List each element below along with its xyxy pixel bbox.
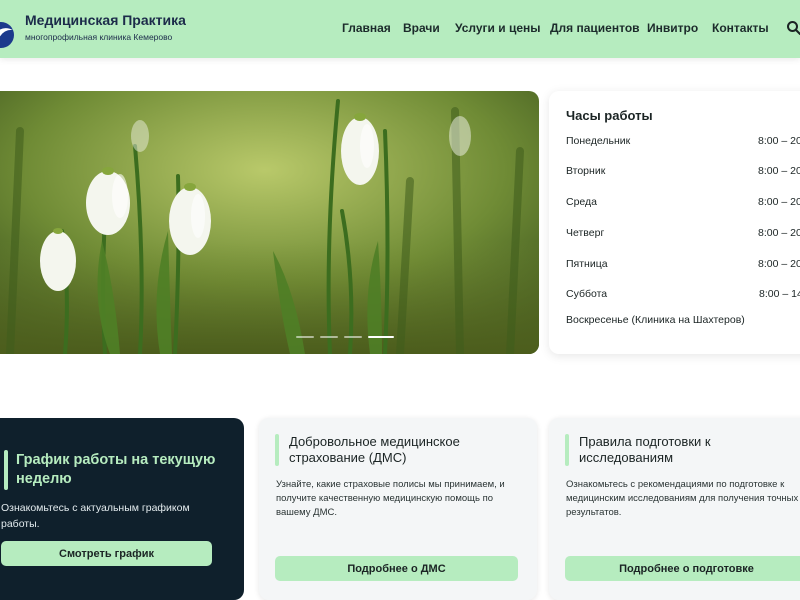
hours-day: Четверг: [566, 227, 605, 239]
nav-for-patients[interactable]: Для пациентов: [550, 21, 640, 35]
schedule-card-text: Ознакомьтесь с актуальным графиком работ…: [1, 502, 190, 530]
site-header: Медицинская Практика многопрофильная кли…: [0, 0, 800, 58]
working-hours-card: Часы работы Понедельник 8:00 – 20 Вторни…: [549, 91, 800, 354]
hours-time: 8:00 – 20: [758, 227, 800, 239]
preparation-card: Правила подготовки к исследованиям Ознак…: [549, 418, 800, 600]
accent-bar: [275, 434, 279, 466]
accent-bar: [4, 450, 8, 490]
nav-contacts[interactable]: Контакты: [712, 21, 769, 35]
nav-services-prices[interactable]: Услуги и цены: [455, 21, 541, 35]
preparation-card-title: Правила подготовки к исследованиям: [579, 434, 711, 465]
slider-dot-active[interactable]: [368, 336, 394, 338]
dms-details-button[interactable]: Подробнее о ДМС: [275, 556, 518, 581]
hours-day: Суббота: [566, 288, 608, 300]
preparation-card-text: Ознакомьтесь с рекомендациями по подгото…: [566, 479, 799, 518]
hours-day: Понедельник: [566, 135, 631, 147]
hours-day: Среда: [566, 196, 597, 208]
schedule-card: График работы на текущую неделю Ознакомь…: [0, 418, 244, 600]
slider-dot[interactable]: [296, 336, 314, 338]
dms-card: Добровольное медицинское страхование (ДМ…: [259, 418, 537, 600]
hours-day: Вторник: [566, 165, 606, 177]
view-schedule-button[interactable]: Смотреть график: [1, 541, 212, 566]
working-hours-title: Часы работы: [566, 108, 653, 123]
hero-image-snowdrops: [0, 91, 539, 354]
schedule-card-title: График работы на текущую неделю: [16, 452, 216, 487]
preparation-details-button[interactable]: Подробнее о подготовке: [565, 556, 800, 581]
accent-bar: [565, 434, 569, 466]
nav-invitro[interactable]: Инвитро: [647, 21, 698, 35]
search-icon[interactable]: [786, 20, 800, 36]
nav-doctors[interactable]: Врачи: [403, 21, 440, 35]
hours-time: 8:00 – 20: [758, 258, 800, 270]
hours-day: Воскресенье (Клиника на Шахтеров): [566, 314, 745, 326]
nav-home[interactable]: Главная: [342, 21, 391, 35]
hours-time: 8:00 – 20: [758, 135, 800, 147]
slider-dot[interactable]: [344, 336, 362, 338]
brand-name[interactable]: Медицинская Практика: [25, 12, 186, 28]
slider-dot[interactable]: [320, 336, 338, 338]
slider-dots: [296, 336, 394, 338]
hours-time: 8:00 – 20: [758, 165, 800, 177]
hours-time: 8:00 – 20: [758, 196, 800, 208]
dms-card-title: Добровольное медицинское страхование (ДМ…: [289, 434, 460, 465]
hero-slider[interactable]: [0, 91, 539, 354]
dms-card-text: Узнайте, какие страховые полисы мы прини…: [276, 479, 505, 518]
brand-subtitle: многопрофильная клиника Кемерово: [25, 32, 173, 42]
hours-time: 8:00 – 14: [759, 288, 800, 300]
clinic-logo-icon[interactable]: [0, 20, 16, 50]
hours-day: Пятница: [566, 258, 608, 270]
